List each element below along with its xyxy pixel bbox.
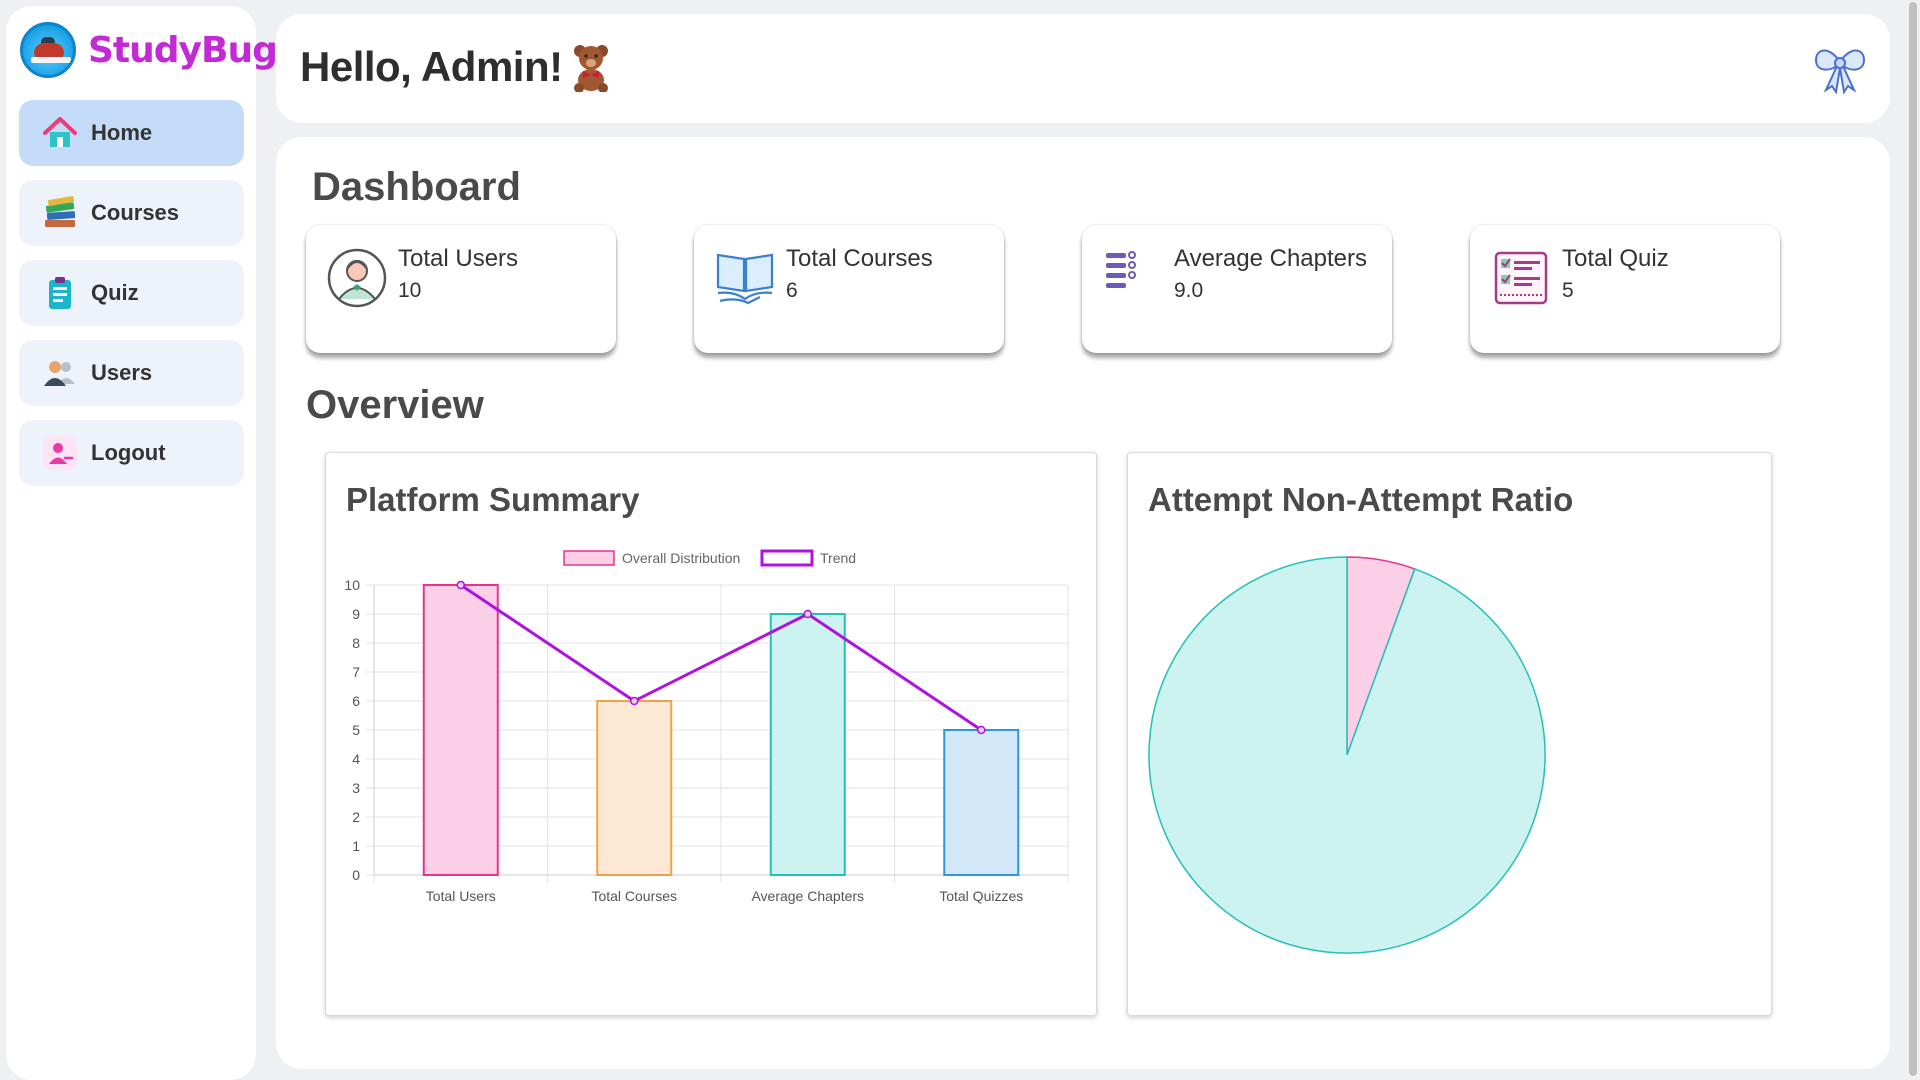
top-header: Hello, Admin! (276, 14, 1890, 123)
legend-swatch-line (760, 549, 814, 567)
platform-summary-title: Platform Summary (346, 481, 640, 518)
attempt-ratio-panel: Attempt Non-Attempt Ratio AttemptedNot A… (1127, 452, 1772, 1016)
logout-icon (41, 434, 79, 472)
users-icon (41, 354, 79, 392)
user-avatar-icon (327, 248, 387, 308)
x-tick-label: Total Courses (591, 888, 677, 904)
overview-title: Overview (306, 383, 484, 427)
trend-point (630, 696, 639, 706)
y-tick-label: 6 (352, 693, 360, 709)
sidebar-item-label: Logout (91, 440, 166, 465)
stat-card-total-quiz: Total Quiz 5 (1470, 225, 1780, 353)
attempt-ratio-title: Attempt Non-Attempt Ratio (1148, 481, 1574, 518)
ribbon-bow-icon[interactable] (1812, 42, 1868, 94)
x-tick-label: Average Chapters (751, 888, 864, 904)
bar (422, 584, 499, 876)
teddy-bear-icon (573, 45, 608, 92)
home-icon (41, 114, 79, 152)
bar (769, 613, 846, 876)
legend-label: Overall Distribution (622, 550, 740, 566)
trend-point (977, 725, 986, 735)
pie-slice (1148, 556, 1546, 954)
books-icon (41, 194, 79, 232)
y-tick-label: 4 (352, 751, 360, 767)
y-tick-label: 7 (352, 664, 360, 680)
greeting: Hello, Admin! (300, 42, 615, 92)
brand-name: StudyBug (88, 29, 278, 71)
scrollbar-thumb[interactable] (1909, 2, 1917, 1076)
main-content: Dashboard Total Users 10 Total Courses 6 (276, 137, 1890, 1069)
x-tick-label: Total Users (426, 888, 496, 904)
y-tick-label: 8 (352, 635, 360, 651)
stat-label: Total Courses (786, 245, 933, 272)
sidebar-item-users[interactable]: Users (19, 340, 244, 406)
platform-summary-chart: Overall Distribution Trend 0 1 2 3 4 5 6 7 8 9 10 Tot… (344, 549, 1069, 904)
stat-value: 5 (1562, 279, 1574, 302)
stat-card-average-chapters: Average Chapters 9.0 (1082, 225, 1392, 353)
sidebar-item-quiz[interactable]: Quiz (19, 260, 244, 326)
y-tick-label: 2 (352, 809, 360, 825)
stat-value: 6 (786, 279, 798, 302)
sidebar-item-courses[interactable]: Courses (19, 180, 244, 246)
y-tick-label: 0 (352, 867, 360, 883)
open-book-icon (716, 253, 774, 305)
page-scrollbar[interactable] (1906, 0, 1920, 1080)
stat-label: Average Chapters (1174, 245, 1368, 272)
sidebar-nav: Home Courses Quiz Users Logout (19, 100, 244, 500)
stat-label: Total Quiz (1562, 245, 1669, 272)
sidebar-item-label: Home (91, 120, 153, 145)
stat-value: 10 (398, 279, 422, 302)
list-icon (1106, 251, 1136, 288)
legend-label: Trend (820, 550, 856, 566)
x-tick-label: Total Quizzes (939, 888, 1023, 904)
attempt-ratio-chart: AttemptedNot Attempted (1148, 556, 1546, 954)
clipboard-icon (41, 274, 79, 312)
platform-summary-panel: Platform Summary Overall Distribution Tre… (325, 452, 1097, 1016)
sidebar-item-label: Quiz (91, 280, 139, 305)
sidebar-item-label: Users (91, 360, 153, 385)
stat-card-total-courses: Total Courses 6 (694, 225, 1004, 353)
stat-value: 9.0 (1174, 279, 1204, 302)
y-tick-label: 5 (352, 722, 360, 738)
sidebar-item-logout[interactable]: Logout (19, 420, 244, 486)
brand[interactable]: StudyBug (20, 20, 278, 80)
sidebar-item-label: Courses (91, 200, 180, 225)
legend-swatch-bar (563, 550, 615, 566)
studybug-logo-icon (20, 22, 76, 78)
bar (943, 729, 1020, 876)
checklist-icon (1494, 251, 1548, 305)
sidebar: StudyBug Home Courses Quiz Users Logout (6, 6, 278, 1080)
y-tick-label: 10 (344, 577, 360, 593)
trend-point (803, 609, 812, 619)
dashboard-title: Dashboard (312, 165, 521, 209)
y-tick-label: 1 (352, 838, 360, 854)
greeting-text: Hello, Admin! (300, 43, 563, 90)
sidebar-item-home[interactable]: Home (19, 100, 244, 166)
stat-card-total-users: Total Users 10 (306, 225, 616, 353)
stat-label: Total Users (398, 245, 519, 272)
y-tick-label: 9 (352, 606, 360, 622)
bar (596, 700, 673, 876)
y-tick-label: 3 (352, 780, 360, 796)
trend-point (456, 580, 465, 590)
